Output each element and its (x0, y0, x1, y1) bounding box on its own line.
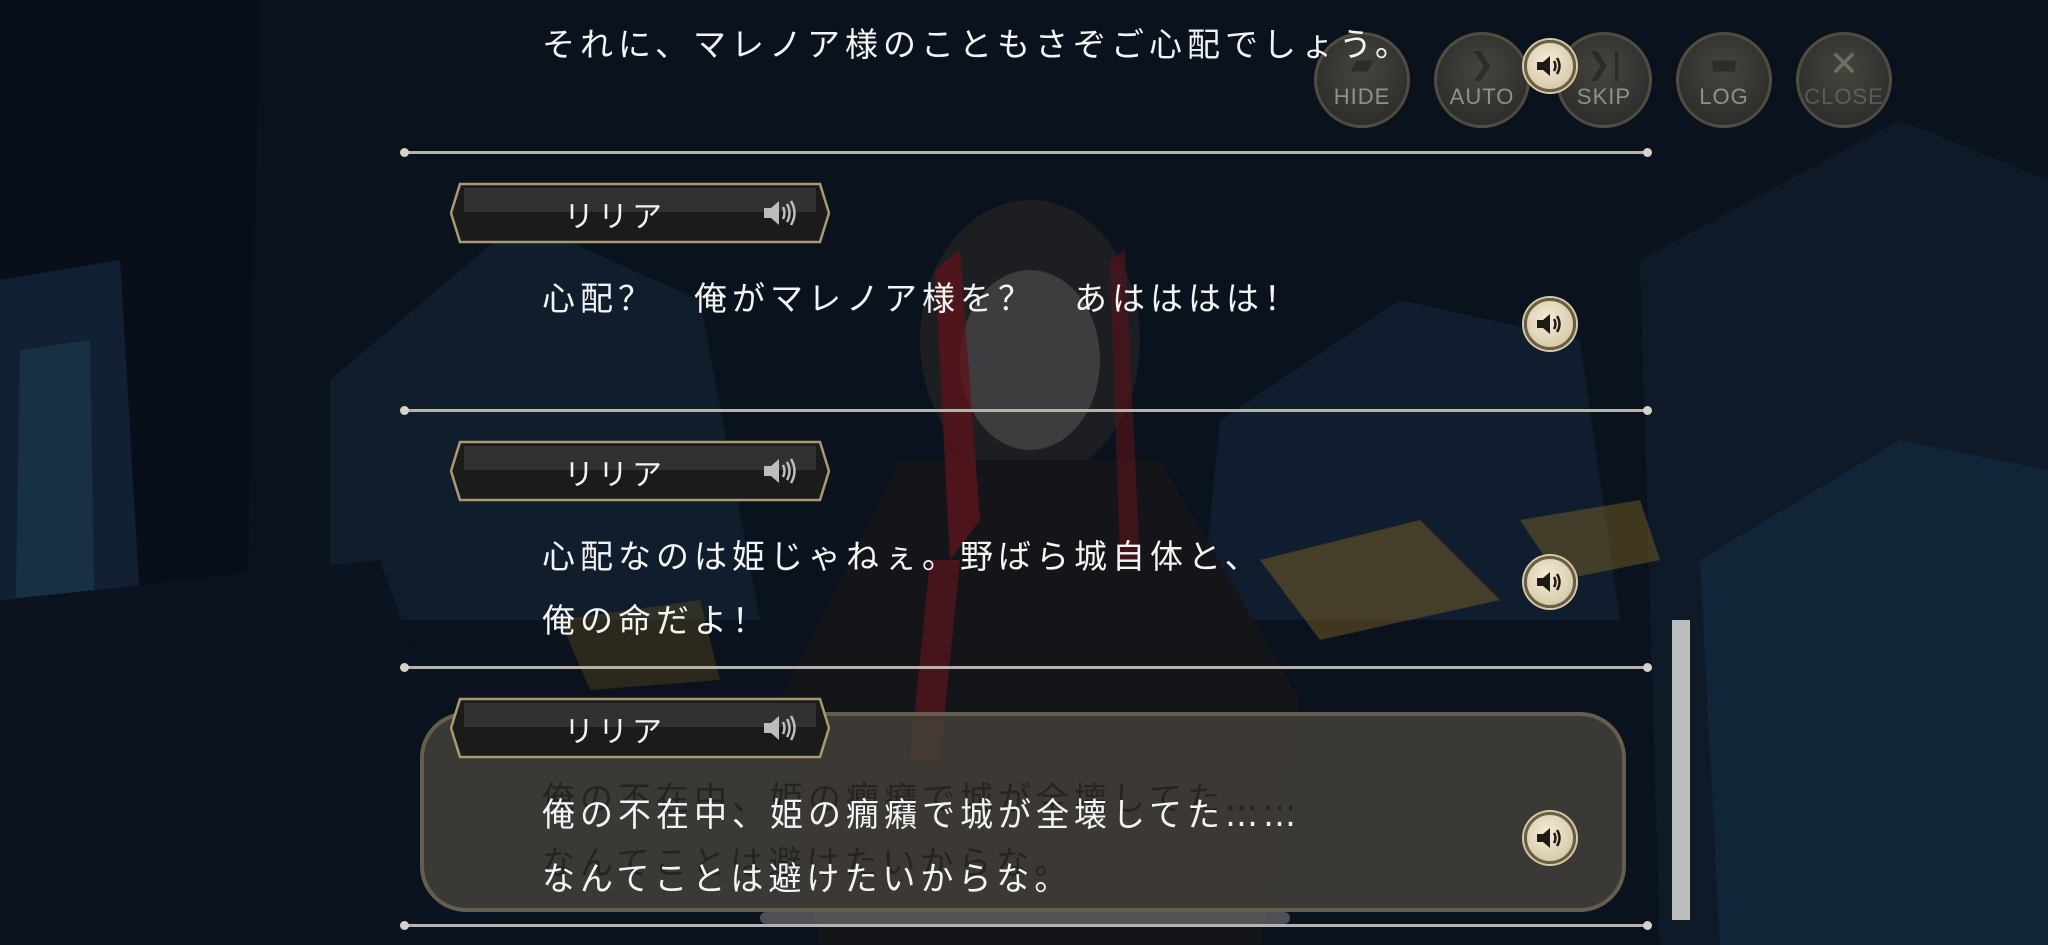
speaker-icon (1537, 572, 1561, 592)
speaker-nameplate: リリア (450, 440, 830, 502)
log-separator (400, 663, 1652, 672)
voice-replay-button[interactable] (1524, 298, 1576, 350)
log-scrollbar[interactable] (1672, 620, 1690, 920)
auto-button[interactable]: ❯ AUTO (1434, 32, 1530, 128)
log-button[interactable]: ▬ LOG (1676, 32, 1772, 128)
speaker-icon (1537, 828, 1561, 848)
speaker-icon (1537, 56, 1561, 76)
log-line: 心配？ 俺がマレノア様を？ あはははは！ (542, 279, 1302, 318)
speaker-nameplate: リリア (450, 697, 830, 759)
window-handle-bar (760, 912, 1290, 924)
voice-replay-button[interactable] (1524, 556, 1576, 608)
log-separator (400, 921, 1652, 930)
log-icon: ▬ (1709, 47, 1739, 82)
skip-icon: ❯| (1585, 47, 1623, 82)
log-line: 俺の不在中、姫の癇癪で城が全壊してた…… (542, 795, 1302, 834)
log-separator (400, 406, 1652, 415)
voice-replay-button[interactable] (1524, 812, 1576, 864)
speaker-icon (1537, 314, 1561, 334)
log-line: 心配なのは姫じゃねぇ。野ばら城自体と、 (542, 537, 1263, 576)
voice-replay-button[interactable] (1524, 40, 1576, 92)
log-line: 俺の命だよ！ (542, 601, 770, 640)
log-line: それに、マレノア様のこともさぞご心配でしょう。 (542, 25, 1414, 64)
log-separator (400, 148, 1652, 157)
auto-play-icon: ❯ (1469, 47, 1495, 82)
speaker-nameplate: リリア (450, 182, 830, 244)
log-line: なんてことは避けたいからな。 (542, 859, 1073, 898)
close-icon: ✕ (1828, 44, 1860, 85)
close-button[interactable]: ✕ CLOSE (1796, 32, 1892, 128)
